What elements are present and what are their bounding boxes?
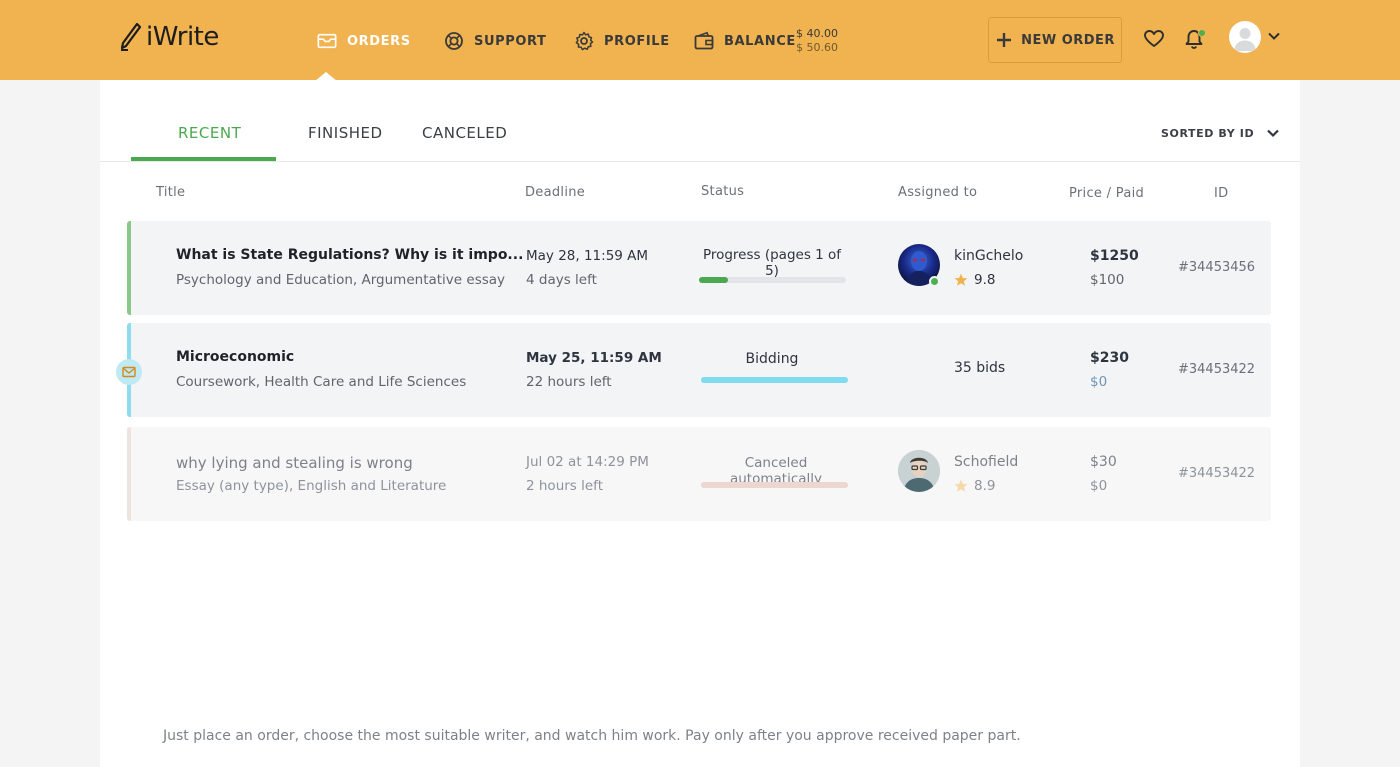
balance-secondary: $ 50.60	[796, 41, 838, 54]
order-time-left: 22 hours left	[526, 374, 612, 390]
plus-icon	[997, 33, 1012, 47]
progress-fill	[701, 482, 848, 488]
balance-amounts: $ 40.00 $ 50.60	[796, 27, 838, 55]
nav-balance[interactable]: BALANCE	[694, 30, 796, 52]
active-tab-indicator	[131, 157, 276, 161]
order-id: #34453422	[1178, 466, 1256, 481]
bids-count[interactable]: 35 bids	[954, 360, 1005, 376]
order-status: Progress (pages 1 of 5)	[702, 247, 842, 279]
progress-fill	[701, 377, 848, 383]
nav-profile-label: PROFILE	[604, 33, 670, 49]
progress-track	[701, 377, 848, 383]
progress-fill	[699, 277, 729, 283]
nav-support-label: SUPPORT	[474, 33, 547, 49]
order-deadline: May 25, 11:59 AM	[526, 350, 662, 366]
user-avatar[interactable]	[1229, 21, 1261, 53]
order-subtitle: Psychology and Education, Argumentative …	[176, 272, 506, 288]
nav-orders-label: ORDERS	[347, 33, 411, 49]
order-title: why lying and stealing is wrong	[176, 454, 413, 472]
order-subtitle: Coursework, Health Care and Life Science…	[176, 374, 467, 390]
envelope-icon	[122, 366, 136, 378]
order-deadline: Jul 02 at 14:29 PM	[526, 454, 649, 470]
writer-name[interactable]: Schofield	[954, 454, 1018, 470]
writer-avatar[interactable]	[898, 450, 940, 492]
message-badge[interactable]	[116, 359, 142, 385]
order-tabs: RECENT FINISHED CANCELED SORTED BY ID	[100, 80, 1300, 162]
row-accent	[127, 427, 131, 521]
orders-panel: RECENT FINISHED CANCELED SORTED BY ID Ti…	[100, 80, 1300, 767]
rating-value: 8.9	[974, 478, 996, 494]
user-silhouette-icon	[1234, 28, 1256, 51]
footer-note: Just place an order, choose the most sui…	[163, 728, 1021, 744]
order-price: $230	[1090, 350, 1129, 366]
order-subtitle: Essay (any type), English and Literature	[176, 478, 447, 494]
new-order-label: NEW ORDER	[1021, 32, 1115, 48]
order-row[interactable]: why lying and stealing is wrong Essay (a…	[127, 427, 1271, 521]
progress-track	[701, 482, 848, 488]
column-assigned: Assigned to	[898, 185, 978, 200]
order-price: $1250	[1090, 248, 1139, 264]
online-status-dot	[929, 276, 940, 287]
pen-icon	[120, 22, 142, 51]
notification-dot	[1198, 29, 1206, 37]
tab-canceled[interactable]: CANCELED	[422, 124, 507, 142]
order-paid: $0	[1090, 478, 1108, 494]
sort-label: SORTED BY ID	[1161, 126, 1255, 140]
order-title: What is State Regulations? Why is it imp…	[176, 247, 524, 263]
app-logo[interactable]: iWrite	[118, 22, 219, 52]
order-title: Microeconomic	[176, 349, 295, 365]
gear-icon	[575, 31, 594, 51]
sort-dropdown[interactable]: SORTED BY ID	[1161, 126, 1280, 140]
order-price: $30	[1090, 454, 1117, 470]
writer-name[interactable]: kinGchelo	[954, 248, 1023, 264]
inbox-icon	[317, 33, 337, 49]
heart-icon[interactable]	[1143, 28, 1165, 50]
progress-track	[699, 277, 846, 283]
column-title: Title	[156, 185, 186, 200]
tab-finished[interactable]: FINISHED	[308, 124, 383, 142]
new-order-button[interactable]: NEW ORDER	[988, 17, 1122, 63]
rating-value: 9.8	[974, 272, 996, 288]
lifebuoy-icon	[445, 32, 463, 50]
order-row[interactable]: Microeconomic Coursework, Health Care an…	[127, 323, 1271, 417]
balance-primary: $ 40.00	[796, 27, 838, 40]
chevron-down-icon[interactable]	[1266, 28, 1282, 44]
tab-recent[interactable]: RECENT	[178, 124, 241, 142]
star-icon	[954, 273, 968, 286]
nav-profile[interactable]: PROFILE	[574, 30, 670, 52]
writer-portrait-icon	[898, 450, 940, 492]
nav-balance-label: BALANCE	[724, 33, 796, 49]
order-id: #34453456	[1178, 260, 1256, 275]
order-row[interactable]: What is State Regulations? Why is it imp…	[127, 221, 1271, 315]
chevron-down-icon	[1267, 129, 1280, 138]
column-id: ID	[1214, 186, 1229, 201]
order-id: #34453422	[1178, 362, 1256, 377]
order-time-left: 4 days left	[526, 272, 597, 288]
nav-orders[interactable]: ORDERS	[317, 30, 411, 52]
column-price: Price / Paid	[1069, 186, 1145, 201]
order-time-left: 2 hours left	[526, 478, 603, 494]
wallet-icon	[694, 31, 714, 50]
order-deadline: May 28, 11:59 AM	[526, 248, 649, 264]
star-icon	[954, 479, 968, 492]
logo-text: iWrite	[146, 22, 219, 52]
order-status: Bidding	[745, 351, 799, 367]
row-accent	[127, 221, 131, 315]
nav-support[interactable]: SUPPORT	[444, 30, 547, 52]
writer-rating: 9.8	[954, 272, 995, 288]
writer-rating: 8.9	[954, 478, 995, 494]
top-navbar: iWrite ORDERS SUPPORT PROFILE BALANCE $ …	[0, 0, 1400, 81]
column-status: Status	[701, 184, 745, 199]
order-paid: $0	[1090, 374, 1108, 390]
column-deadline: Deadline	[525, 185, 586, 200]
order-paid: $100	[1090, 272, 1125, 288]
